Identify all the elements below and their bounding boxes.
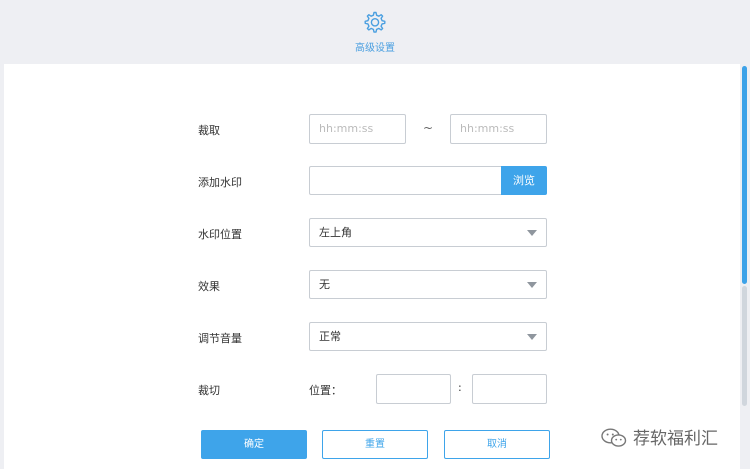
crop-y-input[interactable]: [472, 374, 547, 404]
header-bar: 高级设置: [0, 0, 750, 64]
left-frame-edge: [0, 64, 4, 469]
effect-select[interactable]: 无: [309, 270, 547, 299]
cancel-button[interactable]: 取消: [444, 430, 550, 459]
crop-separator: :: [458, 381, 462, 394]
volume-select[interactable]: 正常: [309, 322, 547, 351]
crop-x-input[interactable]: [376, 374, 451, 404]
volume-label: 调节音量: [198, 332, 242, 345]
chevron-down-icon: [527, 334, 537, 340]
wechat-icon: [601, 428, 627, 447]
watermark-file-input[interactable]: [309, 166, 503, 195]
confirm-button[interactable]: 确定: [201, 430, 307, 459]
effect-value: 无: [319, 278, 330, 291]
watermark-position-select[interactable]: 左上角: [309, 218, 547, 247]
scrollbar-lower-track: [742, 286, 747, 406]
watermark-position-value: 左上角: [319, 226, 352, 239]
watermark-position-label: 水印位置: [198, 228, 242, 241]
volume-value: 正常: [319, 330, 341, 343]
effect-label: 效果: [198, 280, 220, 293]
trim-label: 裁取: [198, 124, 220, 137]
chevron-down-icon: [527, 230, 537, 236]
crop-label: 裁切: [198, 384, 220, 397]
trim-separator: ~: [423, 121, 434, 135]
chevron-down-icon: [527, 282, 537, 288]
overlay-watermark-text: 荐软福利汇: [633, 429, 718, 449]
trim-end-input[interactable]: hh:mm:ss: [450, 114, 547, 144]
overlay-watermark: 荐软福利汇: [601, 424, 718, 449]
reset-button[interactable]: 重置: [322, 430, 428, 459]
trim-start-input[interactable]: hh:mm:ss: [309, 114, 406, 144]
watermark-label: 添加水印: [198, 176, 242, 189]
crop-position-label: 位置：: [309, 384, 342, 397]
scrollbar-thumb[interactable]: [742, 66, 747, 284]
header-title: 高级设置: [355, 43, 395, 54]
gear-icon[interactable]: [362, 10, 386, 34]
browse-button[interactable]: 浏览: [501, 166, 547, 195]
